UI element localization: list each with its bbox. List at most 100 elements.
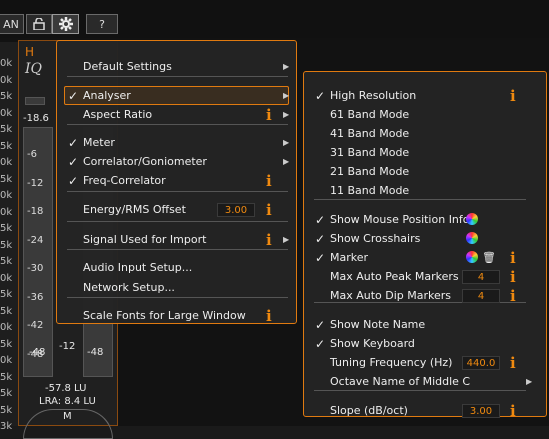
trash-icon[interactable]: 🗑 <box>482 251 496 264</box>
ruler-label: 5k <box>0 256 13 267</box>
info-icon[interactable]: i <box>266 307 272 325</box>
menu-item-scale-fonts-for-large-window[interactable]: Scale Fonts for Large Window i <box>57 306 296 325</box>
info-icon[interactable]: i <box>510 249 516 267</box>
submenu-item-label: Show Note Name <box>330 318 426 331</box>
menu-item-label: Network Setup... <box>83 281 175 294</box>
ruler-label: 5k <box>0 305 13 317</box>
menu-item-label: Analyser <box>83 89 131 102</box>
menu-item-network-setup-[interactable]: Network Setup... <box>57 278 296 297</box>
menu-item-default-settings[interactable]: Default Settings ▶ <box>57 57 296 76</box>
color-wheel-icon[interactable] <box>466 251 478 263</box>
ruler-label: 5k <box>0 239 13 251</box>
toolbar-left-label: AN <box>3 17 19 31</box>
panel-tab-h[interactable]: H <box>25 45 34 59</box>
submenu-arrow-icon: ▶ <box>283 138 290 147</box>
frequency-ruler: 0k 0k 5k 0k 5k 5k 0k 5k 0k 0k 5k 5k 5k 0k 5k 5k 0k 5k 0k 5k… <box>0 42 18 432</box>
info-icon[interactable]: i <box>510 268 516 286</box>
submenu-item-11-band-mode[interactable]: 11 Band Mode <box>304 181 546 200</box>
lra-value: LRA: 8.4 LU <box>39 396 96 407</box>
checkmark-icon: ✓ <box>314 317 326 332</box>
meter-tick-label: -30 <box>27 263 44 274</box>
submenu-item-label: 21 Band Mode <box>330 165 410 178</box>
submenu-item-show-keyboard[interactable]: ✓ Show Keyboard <box>304 334 546 353</box>
lock-icon <box>33 18 45 30</box>
submenu-item-slope-db-oct-[interactable]: Slope (dB/oct) 3.00 i <box>304 401 546 420</box>
menu-item-label: Energy/RMS Offset <box>83 203 186 216</box>
ruler-label: 5k <box>0 173 13 185</box>
submenu-item-41-band-mode[interactable]: 41 Band Mode <box>304 124 546 143</box>
menu-item-label: Scale Fonts for Large Window <box>83 309 246 322</box>
menu-item-correlator-goniometer[interactable]: ✓ Correlator/Goniometer ▶ <box>57 152 296 171</box>
submenu-item-label: Show Crosshairs <box>330 232 421 245</box>
submenu-item-label: Slope (dB/oct) <box>330 404 408 417</box>
submenu-item-label: Tuning Frequency (Hz) <box>330 356 453 369</box>
value-field[interactable]: 4 <box>462 269 500 284</box>
submenu-arrow-icon: ▶ <box>283 110 290 119</box>
ruler-label: 0k <box>0 322 13 333</box>
menu-separator <box>67 191 288 192</box>
meter-top-value: -18.6 <box>23 113 49 124</box>
meter-tick-label: -6 <box>27 149 37 160</box>
submenu-item-show-note-name[interactable]: ✓ Show Note Name <box>304 315 546 334</box>
submenu-item-show-crosshairs[interactable]: ✓ Show Crosshairs <box>304 229 546 248</box>
lu-value: -57.8 LU <box>45 383 87 394</box>
color-wheel-icon[interactable] <box>466 213 478 225</box>
settings-button[interactable] <box>52 14 79 34</box>
value-field[interactable]: 3.00 <box>217 202 255 217</box>
menu-item-meter[interactable]: ✓ Meter ▶ <box>57 133 296 152</box>
submenu-item-tuning-frequency-hz-[interactable]: Tuning Frequency (Hz) 440.0 i <box>304 353 546 372</box>
menu-item-energy-rms-offset[interactable]: Energy/RMS Offset 3.00 i <box>57 200 296 219</box>
menu-item-label: Default Settings <box>83 60 172 73</box>
info-icon[interactable]: i <box>266 106 272 124</box>
submenu-item-max-auto-peak-markers[interactable]: Max Auto Peak Markers 4 i <box>304 267 546 286</box>
menu-item-label: Audio Input Setup... <box>83 261 193 274</box>
ruler-label: 5k <box>0 338 13 350</box>
info-icon[interactable]: i <box>510 402 516 420</box>
value-field[interactable]: 4 <box>462 288 500 303</box>
info-icon[interactable]: i <box>510 287 516 305</box>
analyser-submenu: ✓ High Resolution i 61 Band Mode 41 Band Mod… <box>303 71 547 420</box>
menu-separator <box>67 221 288 222</box>
submenu-item-61-band-mode[interactable]: 61 Band Mode <box>304 105 546 124</box>
help-button[interactable]: ? <box>86 14 118 34</box>
submenu-item-octave-name-of-middle-c[interactable]: Octave Name of Middle C ▶ <box>304 372 546 391</box>
info-icon[interactable]: i <box>510 87 516 105</box>
menu-separator <box>67 124 288 125</box>
info-icon[interactable]: i <box>266 231 272 249</box>
menu-item-aspect-ratio[interactable]: Aspect Ratio i ▶ <box>57 105 296 124</box>
ruler-label: 5k <box>0 140 13 152</box>
checkmark-icon: ✓ <box>67 135 79 150</box>
meter-tick-label: -12 <box>27 177 44 189</box>
toolbar-button-left[interactable]: AN <box>0 14 24 34</box>
help-label: ? <box>99 17 105 31</box>
color-wheel-icon[interactable] <box>466 232 478 244</box>
submenu-item-31-band-mode[interactable]: 31 Band Mode <box>304 143 546 162</box>
checkmark-icon: ✓ <box>314 250 326 265</box>
meter-left-bar <box>23 127 53 377</box>
menu-item-audio-input-setup-[interactable]: Audio Input Setup... <box>57 258 296 277</box>
menu-item-analyser[interactable]: ✓ Analyser ▶ <box>57 86 296 105</box>
submenu-item-label: 11 Band Mode <box>330 184 410 197</box>
menu-item-freq-correlator[interactable]: ✓ Freq-Correlator i <box>57 171 296 190</box>
ruler-label: 5k <box>0 91 13 102</box>
submenu-item-show-mouse-position-info[interactable]: ✓ Show Mouse Position Info <box>304 210 546 229</box>
submenu-item-label: High Resolution <box>330 89 417 102</box>
info-icon[interactable]: i <box>266 172 272 190</box>
submenu-item-21-band-mode[interactable]: 21 Band Mode <box>304 162 546 181</box>
info-icon[interactable]: i <box>510 354 516 372</box>
ruler-label: 5k <box>0 404 13 416</box>
value-field[interactable]: 3.00 <box>462 403 500 418</box>
submenu-arrow-icon: ▶ <box>283 157 290 166</box>
value-field[interactable]: 440.0 <box>462 355 500 370</box>
ruler-label: 5k <box>0 289 13 300</box>
submenu-item-label: 41 Band Mode <box>330 127 410 140</box>
ruler-label: 0k <box>0 206 13 218</box>
submenu-item-max-auto-dip-markers[interactable]: Max Auto Dip Markers 4 i <box>304 286 546 305</box>
menu-item-signal-used-for-import[interactable]: Signal Used for Import i ▶ <box>57 230 296 249</box>
ruler-label: 0k <box>0 58 13 69</box>
info-icon[interactable]: i <box>266 201 272 219</box>
lock-button[interactable] <box>26 14 52 34</box>
submenu-item-marker[interactable]: ✓ Marker 🗑 i <box>304 248 546 267</box>
submenu-item-high-resolution[interactable]: ✓ High Resolution i <box>304 86 546 105</box>
submenu-item-label: Max Auto Peak Markers <box>330 270 459 283</box>
